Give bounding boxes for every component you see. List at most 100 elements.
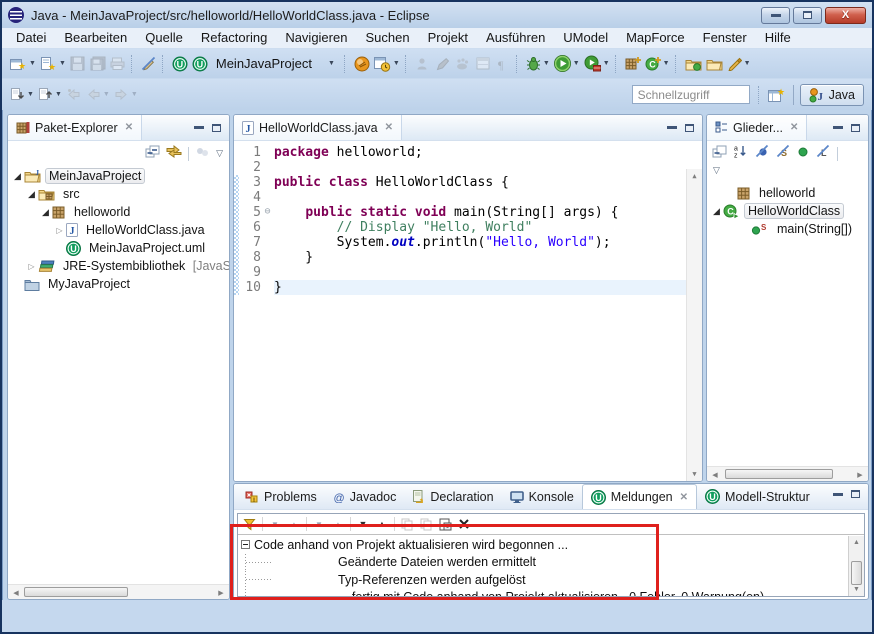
java-perspective-button[interactable]: J Java	[800, 84, 864, 106]
format-brush-button[interactable]	[433, 53, 453, 75]
coverage-button[interactable]: ▼	[582, 53, 612, 75]
view-menu-icon[interactable]: ▽	[216, 148, 223, 159]
link-with-editor-button[interactable]	[166, 144, 182, 163]
hide-fields-button[interactable]	[755, 144, 769, 163]
scroll-up-icon[interactable]: ▲	[687, 172, 702, 180]
next-error-button[interactable]: ▼	[310, 515, 328, 533]
menu-bearbeiten[interactable]: Bearbeiten	[55, 29, 136, 47]
explorer-item-jre-systembibliothek[interactable]: ▷JRE-Systembibliothek [JavaSE-1.7]	[8, 257, 229, 275]
hide-static-button[interactable]: S	[776, 144, 790, 163]
new-package-button[interactable]	[623, 53, 643, 75]
vertical-scrollbar[interactable]: ▲ ▼	[686, 169, 702, 481]
clean-up-button[interactable]	[453, 53, 473, 75]
menu-umodel[interactable]: UModel	[554, 29, 617, 47]
menu-refactoring[interactable]: Refactoring	[192, 29, 276, 47]
new-wizard-button[interactable]: ★▼	[8, 53, 38, 75]
close-button[interactable]: X	[825, 7, 866, 24]
explorer-item-myjavaproject[interactable]: MyJavaProject	[8, 275, 229, 293]
filter-button[interactable]	[241, 515, 259, 533]
minimize-view-icon[interactable]	[194, 126, 204, 129]
collapse-all-button[interactable]	[712, 145, 727, 163]
restore-button[interactable]	[793, 7, 822, 24]
code-line-7[interactable]: 7 System.out.println("Hello, World");	[234, 235, 686, 250]
expander-open-icon[interactable]: ◢	[710, 206, 723, 217]
outline-item-helloworldclass[interactable]: ◢CHelloWorldClass	[707, 202, 868, 220]
close-icon[interactable]: ✕	[790, 122, 798, 133]
scroll-down-icon[interactable]: ▼	[687, 470, 702, 478]
project-selector[interactable]: MeinJavaProject▼	[210, 53, 341, 75]
previous-annotation-button[interactable]: ▼	[36, 84, 64, 106]
message-row[interactable]: Geänderte Dateien werden ermittelt	[238, 554, 848, 572]
tab-helloworldclass-java[interactable]: J HelloWorldClass.java ✕	[234, 115, 402, 140]
new-class-button[interactable]: C▼	[643, 53, 672, 75]
run-button[interactable]: ▼	[552, 53, 582, 75]
save-button[interactable]	[68, 53, 88, 75]
collapse-all-button[interactable]	[145, 145, 160, 163]
code-line-4[interactable]: 4	[234, 190, 686, 205]
menu-fenster[interactable]: Fenster	[694, 29, 756, 47]
expander-open-icon[interactable]: ◢	[11, 171, 24, 182]
minimize-view-icon[interactable]	[833, 493, 843, 496]
refactor-person-button[interactable]	[413, 53, 433, 75]
maximize-view-icon[interactable]	[212, 124, 221, 132]
code-editor[interactable]: 1package helloworld;23public class Hello…	[234, 142, 702, 481]
clear-messages-button[interactable]	[455, 515, 473, 533]
quick-access-input[interactable]	[632, 85, 750, 104]
debug-button[interactable]: ▼	[524, 53, 552, 75]
tab-declaration[interactable]: Declaration	[404, 484, 501, 509]
explorer-item-helloworld[interactable]: ◢helloworld	[8, 203, 229, 221]
print-button[interactable]	[108, 53, 128, 75]
menu-ausführen[interactable]: Ausführen	[477, 29, 554, 47]
last-edit-location-button[interactable]	[64, 84, 84, 106]
mapforce-button[interactable]	[352, 53, 372, 75]
show-whitespace-button[interactable]: ¶	[493, 53, 513, 75]
scrollbar-thumb[interactable]	[24, 587, 128, 597]
close-icon[interactable]: ✕	[125, 122, 133, 133]
open-type-button[interactable]	[683, 53, 704, 75]
explorer-item-helloworldclass-java[interactable]: ▷JHelloWorldClass.java	[8, 221, 229, 239]
save-all-button[interactable]	[88, 53, 108, 75]
message-row[interactable]: ... fertig mit Code anhand von Projekt a…	[238, 589, 848, 597]
message-row[interactable]: Code anhand von Projekt aktualisieren wi…	[238, 536, 848, 554]
scroll-right-icon[interactable]: ▶	[216, 589, 226, 597]
code-line-6[interactable]: 6 // Display "Hello, World"	[234, 220, 686, 235]
scroll-down-icon[interactable]: ▼	[849, 586, 864, 593]
explorer-item-src[interactable]: ◢src	[8, 185, 229, 203]
menu-navigieren[interactable]: Navigieren	[276, 29, 356, 47]
tab-konsole[interactable]: Konsole	[502, 484, 582, 509]
hide-non-public-button[interactable]	[797, 145, 809, 163]
show-view-table-button[interactable]	[473, 53, 493, 75]
focus-on-active-task-button[interactable]	[195, 145, 210, 163]
tab-paket-explorer[interactable]: Paket-Explorer ✕	[8, 115, 142, 140]
explorer-item-meinjavaproject-uml[interactable]: UMeinJavaProject.uml	[8, 239, 229, 257]
outline-item-helloworld[interactable]: helloworld	[707, 184, 868, 202]
next-warning-button[interactable]: ▼	[354, 515, 372, 533]
previous-warning-button[interactable]: ▲	[373, 515, 391, 533]
tab-modell-struktur[interactable]: UModell-Struktur	[697, 484, 818, 509]
scroll-up-icon[interactable]: ▲	[849, 539, 864, 546]
minimize-view-icon[interactable]	[833, 126, 843, 129]
scroll-left-icon[interactable]: ◀	[710, 471, 720, 479]
code-line-2[interactable]: 2	[234, 160, 686, 175]
annotate-pen-button[interactable]: ▼	[725, 53, 753, 75]
menu-projekt[interactable]: Projekt	[419, 29, 477, 47]
previous-message-button[interactable]: ▲	[285, 515, 303, 533]
copy-button[interactable]	[398, 515, 416, 533]
collapse-minus-icon[interactable]	[241, 540, 250, 549]
minimize-view-icon[interactable]	[667, 126, 677, 129]
mark-occurrences-button[interactable]	[139, 53, 159, 75]
copy-all-button[interactable]	[417, 515, 435, 533]
close-icon[interactable]: ✕	[385, 122, 393, 133]
message-row[interactable]: Typ-Referenzen werden aufgelöst	[238, 571, 848, 589]
forward-button[interactable]: ▼	[112, 84, 140, 106]
tab-javadoc[interactable]: @Javadoc	[325, 484, 405, 509]
expander-open-icon[interactable]: ◢	[25, 189, 38, 200]
maximize-view-icon[interactable]	[685, 124, 694, 132]
horizontal-scrollbar[interactable]: ◀ ▶	[8, 584, 229, 599]
new-java-element-button[interactable]: ★▼	[38, 53, 68, 75]
close-icon[interactable]: ✕	[680, 492, 688, 503]
menu-hilfe[interactable]: Hilfe	[756, 29, 800, 47]
umodel-update-code-button[interactable]: U	[190, 53, 210, 75]
menu-mapforce[interactable]: MapForce	[617, 29, 694, 47]
scroll-right-icon[interactable]: ▶	[855, 471, 865, 479]
